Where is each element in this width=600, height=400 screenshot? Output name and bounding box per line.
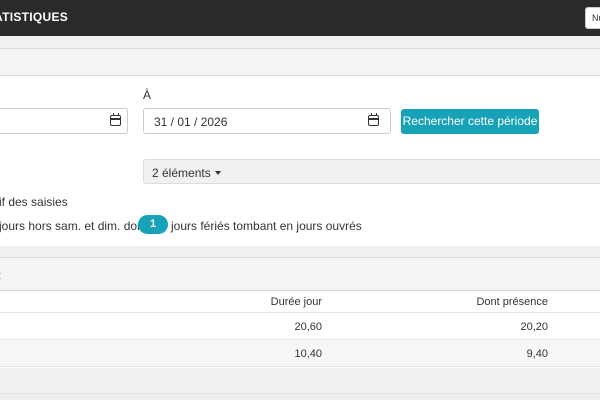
from-date-input[interactable] (0, 108, 128, 134)
summary-label: if des saisies (0, 195, 68, 209)
table-cell: 10,40 (294, 348, 322, 360)
days-text-prefix: jours hors sam. et dim. dont (0, 219, 148, 233)
app-title: ATISTIQUES (0, 10, 69, 24)
calendar-icon[interactable] (110, 113, 121, 126)
results-table: Durée jour Dont présence 20,60 20,20 10,… (0, 290, 600, 368)
table-row: 20,60 20,20 (0, 313, 600, 340)
holidays-count-badge: 1 (138, 215, 168, 234)
filter-panel-header (0, 48, 600, 76)
footer-strip (0, 393, 600, 400)
table-cell: 20,20 (520, 321, 548, 333)
to-date-value: 31 / 01 / 2026 (154, 115, 228, 129)
to-date-label: À (143, 88, 152, 102)
calendar-icon[interactable] (368, 113, 379, 126)
search-period-button[interactable]: Rechercher cette période (401, 109, 539, 134)
table-cell: 20,60 (294, 321, 322, 333)
table-cell: 9,40 (526, 348, 548, 360)
caret-down-icon (214, 171, 221, 175)
table-row: 10,40 9,40 (0, 340, 600, 367)
navbar-button[interactable]: Nu (585, 7, 600, 29)
column-header: Durée jour (270, 296, 322, 308)
results-section-header: : (0, 257, 600, 290)
top-navbar: ATISTIQUES Nu (0, 0, 600, 36)
days-text-suffix: jours fériés tombant en jours ouvrés (171, 219, 362, 233)
section-title: : (0, 268, 1, 282)
to-date-input[interactable]: 31 / 01 / 2026 (143, 108, 391, 134)
table-header-row: Durée jour Dont présence (0, 291, 600, 313)
elements-select[interactable]: 2 éléments (143, 159, 600, 184)
elements-select-value: 2 éléments (152, 166, 211, 180)
column-header: Dont présence (476, 296, 548, 308)
